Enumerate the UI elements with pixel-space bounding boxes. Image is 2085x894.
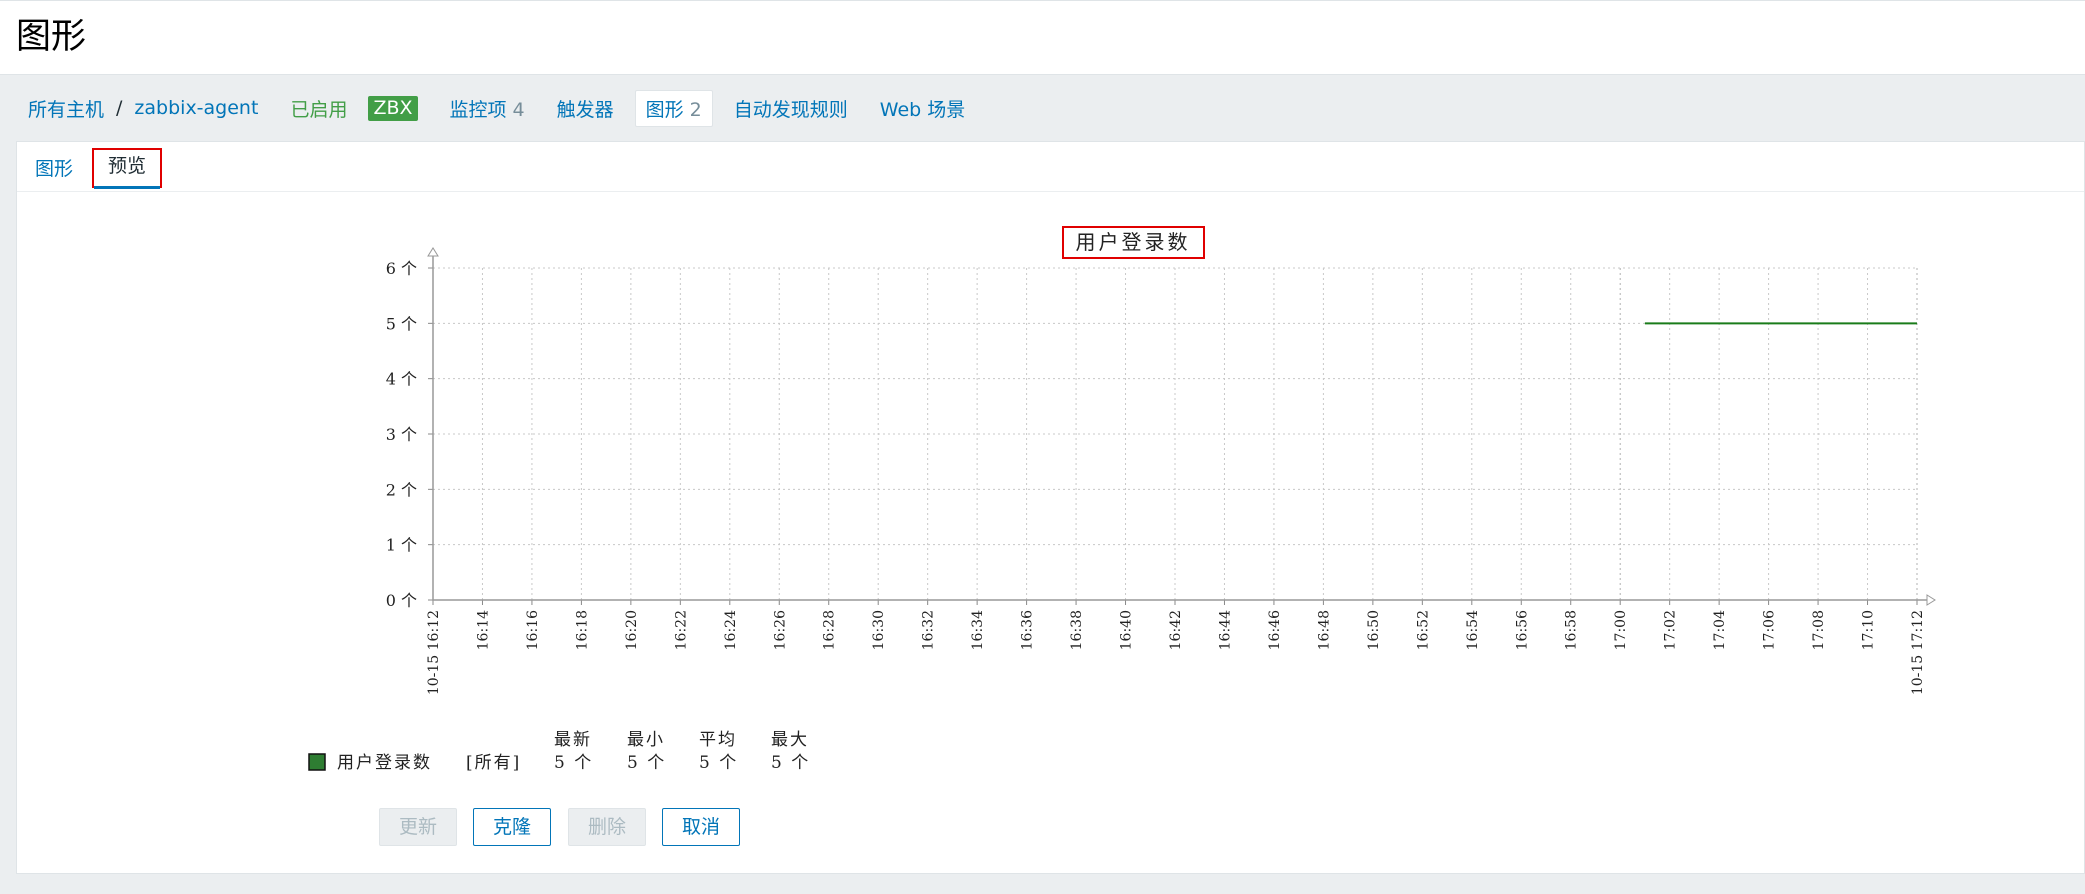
x-tick-label: 16:58	[1564, 610, 1580, 650]
chart-title: 用户登录数	[1076, 230, 1191, 254]
legend-function: [所有]	[466, 753, 521, 773]
x-tick-label: 16:48	[1316, 610, 1332, 650]
x-tick-label: 16:36	[1020, 610, 1036, 650]
x-tick-label: 16:32	[921, 610, 937, 650]
legend-header: 最新	[554, 730, 592, 750]
y-tick-label: 2 个	[386, 480, 417, 499]
clone-button[interactable]: 克隆	[473, 808, 551, 846]
update-button[interactable]: 更新	[379, 808, 457, 846]
x-tick-label: 17:02	[1663, 610, 1679, 650]
x-tick-label: 16:34	[970, 610, 986, 650]
legend-value: 5 个	[771, 753, 810, 773]
x-tick-label: 16:44	[1217, 610, 1233, 650]
x-tick-label: 16:18	[574, 610, 590, 650]
x-tick-label: 17:08	[1811, 610, 1827, 650]
legend-header: 最小	[627, 730, 665, 750]
legend-value: 5 个	[554, 753, 593, 773]
legend-value: 5 个	[627, 753, 666, 773]
x-tick-label: 16:42	[1168, 610, 1184, 650]
legend-header: 最大	[771, 730, 809, 750]
x-tick-label: 17:04	[1712, 610, 1728, 650]
y-tick-label: 1 个	[386, 536, 417, 555]
legend-swatch	[308, 753, 326, 771]
x-tick-label: 16:38	[1069, 610, 1085, 650]
x-tick-label: 17:10	[1861, 610, 1877, 650]
x-tick-label: 16:22	[673, 610, 689, 650]
x-tick-label: 10-15 16:12	[426, 610, 442, 695]
cancel-button[interactable]: 取消	[662, 808, 740, 846]
x-tick-label: 16:16	[525, 610, 541, 650]
x-tick-label: 16:56	[1514, 610, 1530, 650]
x-tick-label: 16:54	[1465, 610, 1481, 650]
y-tick-label: 4 个	[386, 370, 417, 389]
legend-series-name: 用户登录数	[337, 753, 432, 773]
legend-value: 5 个	[699, 753, 738, 773]
x-tick-label: 10-15 17:12	[1910, 610, 1926, 695]
x-tick-label: 16:50	[1366, 610, 1382, 650]
x-tick-label: 16:20	[624, 610, 640, 650]
x-axis-arrow	[1926, 594, 1936, 606]
x-tick-label: 16:28	[822, 610, 838, 650]
x-tick-label: 16:40	[1119, 610, 1135, 650]
y-tick-label: 0 个	[386, 591, 417, 610]
x-tick-label: 17:00	[1613, 610, 1629, 650]
y-axis-arrow	[427, 247, 439, 257]
x-tick-label: 16:30	[871, 610, 887, 650]
graph-preview-chart: 用户登录数 0 个 1 个 2 个 3 个 4 个 5 个 6 个 10-15 16:12 16:…	[308, 226, 1936, 773]
y-tick-label: 3 个	[386, 425, 417, 444]
x-tick-label: 16:52	[1415, 610, 1431, 650]
y-tick-label: 6 个	[386, 259, 417, 278]
y-tick-label: 5 个	[386, 314, 417, 333]
x-tick-label: 16:14	[475, 610, 491, 650]
x-tick-label: 16:46	[1267, 610, 1283, 650]
x-tick-label: 16:24	[723, 610, 739, 650]
delete-button[interactable]: 删除	[568, 808, 646, 846]
x-tick-label: 16:26	[772, 610, 788, 650]
x-tick-label: 17:06	[1762, 610, 1778, 650]
legend-header: 平均	[699, 730, 737, 750]
